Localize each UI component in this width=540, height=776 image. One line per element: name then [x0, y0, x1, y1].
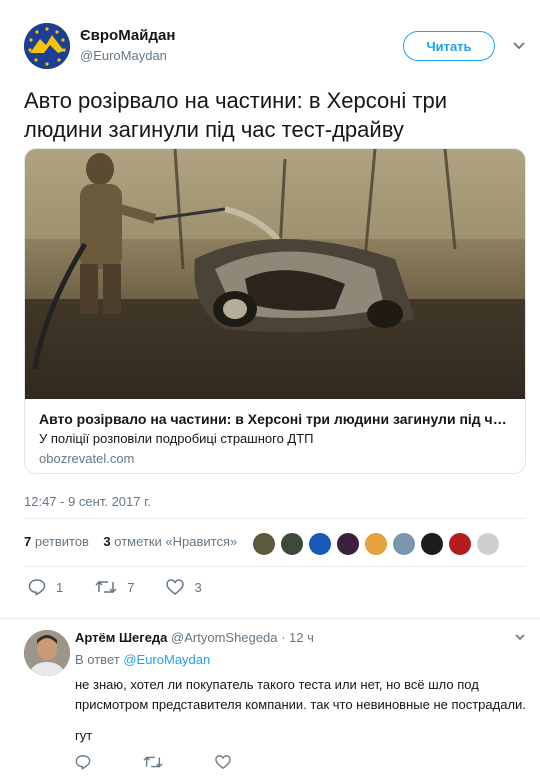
reply-avatar[interactable] [24, 630, 70, 676]
tweet-stats: 7 ретвитов 3 отметки «Нравится» [24, 534, 237, 549]
liker-avatar[interactable] [392, 532, 416, 556]
reply-to-line: В ответ @EuroMaydan [75, 652, 210, 667]
liker-avatar[interactable] [448, 532, 472, 556]
reply-icon [28, 579, 46, 596]
card-title: Авто розірвало на частини: в Херсоні три… [39, 411, 513, 427]
link-card[interactable]: Авто розірвало на частини: в Херсоні три… [24, 148, 526, 474]
chevron-down-icon[interactable] [514, 631, 526, 643]
reply-to-prefix: В ответ [75, 652, 120, 667]
like-count: 3 [194, 579, 202, 595]
reply-extra-text: гут [75, 728, 93, 743]
likes-count[interactable]: 3 [103, 534, 110, 549]
liker-avatar[interactable] [336, 532, 360, 556]
liker-avatar[interactable] [364, 532, 388, 556]
tweet-timestamp[interactable]: 12:47 - 9 сент. 2017 г. [24, 494, 151, 509]
reply-text: не знаю, хотел ли покупатель такого тест… [75, 677, 526, 712]
retweet-icon[interactable] [143, 754, 163, 770]
heart-icon[interactable] [215, 754, 231, 770]
card-domain: obozrevatel.com [39, 451, 135, 466]
divider [24, 518, 526, 519]
author-name[interactable]: ЄвроМайдан [80, 27, 175, 44]
tweet-text: Авто розірвало на частини: в Херсоні три… [24, 88, 447, 142]
liker-avatar[interactable] [420, 532, 444, 556]
reply-button[interactable]: 1 [28, 578, 63, 596]
retweet-button[interactable]: 7 [95, 579, 134, 595]
reply-count: 1 [56, 579, 64, 595]
like-button[interactable]: 3 [166, 579, 202, 595]
retweets-count[interactable]: 7 [24, 534, 31, 549]
reply-to-handle[interactable]: @EuroMaydan [123, 652, 210, 667]
author-handle[interactable]: @EuroMaydan [80, 48, 167, 63]
reply-author-handle[interactable]: @ArtyomShegeda [171, 630, 277, 645]
reply-author-name[interactable]: Артём Шегеда [75, 630, 167, 645]
chevron-down-icon[interactable] [512, 39, 526, 53]
reply-actions [75, 754, 283, 770]
card-image [25, 149, 525, 399]
reply-avatar-image [24, 630, 70, 676]
heart-icon [166, 579, 185, 595]
retweets-label[interactable]: ретвитов [35, 534, 89, 549]
liker-avatar[interactable] [476, 532, 500, 556]
tweet-actions: 1 7 3 [28, 578, 234, 596]
reply-separator: · [281, 630, 286, 645]
follow-button[interactable]: Читать [403, 31, 495, 61]
author-avatar[interactable] [24, 23, 70, 69]
divider [24, 566, 526, 567]
card-description: У поліції розповіли подробиці страшного … [39, 431, 314, 446]
likes-label[interactable]: отметки «Нравится» [114, 534, 237, 549]
retweet-icon [95, 580, 117, 594]
retweet-count: 7 [127, 579, 135, 595]
liker-avatar[interactable] [252, 532, 276, 556]
likers-avatars [252, 532, 504, 556]
reply-header: Артём Шегеда @ArtyomShegeda · 12 ч [75, 630, 314, 645]
liker-avatar[interactable] [308, 532, 332, 556]
liker-avatar[interactable] [280, 532, 304, 556]
divider [0, 618, 540, 619]
reply-icon[interactable] [75, 754, 91, 770]
reply-time[interactable]: 12 ч [289, 630, 314, 645]
euromaydan-logo [24, 23, 70, 69]
